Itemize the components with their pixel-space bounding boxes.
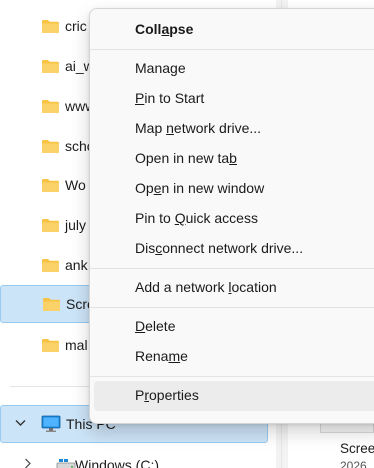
menu-item-label: Rename <box>135 348 188 364</box>
menu-item-label: Properties <box>135 387 199 403</box>
menu-item-delete[interactable]: Delete <box>94 312 374 342</box>
menu-item-label: Pin to Start <box>135 90 205 106</box>
folder-icon <box>42 338 59 352</box>
menu-item-properties[interactable]: Properties <box>94 381 374 411</box>
menu-item-label: Disconnect network drive... <box>135 240 304 256</box>
menu-item-label: Add a network location <box>135 279 277 295</box>
folder-icon <box>42 218 59 232</box>
menu-item-label: Map network drive... <box>135 120 262 136</box>
this-pc-icon <box>41 415 61 432</box>
menu-separator <box>90 268 374 269</box>
menu-item-label: Open in new window <box>135 180 265 196</box>
nav-folder-label: Wo <box>65 177 86 193</box>
nav-folder-label: july <box>65 217 87 233</box>
nav-drive-item[interactable]: Windows (C:) <box>8 446 276 468</box>
menu-item-open-in-new-tab[interactable]: Open in new tab <box>94 144 374 174</box>
nav-folder-label: mal <box>65 337 88 353</box>
menu-item-disconnect-network-drive[interactable]: Disconnect network drive... <box>94 234 374 264</box>
chevron-down-icon[interactable] <box>15 418 26 430</box>
menu-separator <box>90 376 374 377</box>
menu-item-pin-to-start[interactable]: Pin to Start <box>94 84 374 114</box>
menu-item-rename[interactable]: Rename <box>94 342 374 372</box>
chevron-right-icon[interactable] <box>24 458 32 468</box>
folder-icon <box>42 59 59 73</box>
menu-separator <box>90 49 374 50</box>
menu-separator <box>90 307 374 308</box>
menu-item-add-network-location[interactable]: Add a network location <box>94 273 374 303</box>
nav-folder-label: cric <box>65 18 87 34</box>
menu-item-manage[interactable]: Manage <box>94 54 374 84</box>
menu-item-pin-to-quick-access[interactable]: Pin to Quick access <box>94 204 374 234</box>
nav-folder-label: ank <box>65 257 88 273</box>
file-explorer-window: cric ai_w www scho Wo july ank Scre mal … <box>0 0 374 468</box>
menu-item-open-in-new-window[interactable]: Open in new window <box>94 174 374 204</box>
menu-item-map-network-drive[interactable]: Map network drive... <box>94 114 374 144</box>
folder-icon <box>42 19 59 33</box>
menu-item-label: Pin to Quick access <box>135 210 258 226</box>
folder-icon <box>42 178 59 192</box>
folder-icon <box>42 99 59 113</box>
file-date-label: 2026 <box>340 459 367 468</box>
menu-item-label: Open in new tab <box>135 150 237 166</box>
folder-icon <box>42 139 59 153</box>
folder-icon <box>42 258 59 272</box>
menu-item-label: Collapse <box>135 21 194 37</box>
menu-item-label: Manage <box>135 60 186 76</box>
file-name-label[interactable]: Scree <box>340 441 374 456</box>
context-menu: Collapse Manage Pin to Start Map network… <box>89 8 374 424</box>
folder-icon <box>43 297 60 311</box>
menu-item-label: Delete <box>135 318 176 334</box>
menu-item-collapse[interactable]: Collapse <box>94 15 374 45</box>
drive-label: Windows (C:) <box>75 457 160 468</box>
drive-icon <box>56 459 76 468</box>
